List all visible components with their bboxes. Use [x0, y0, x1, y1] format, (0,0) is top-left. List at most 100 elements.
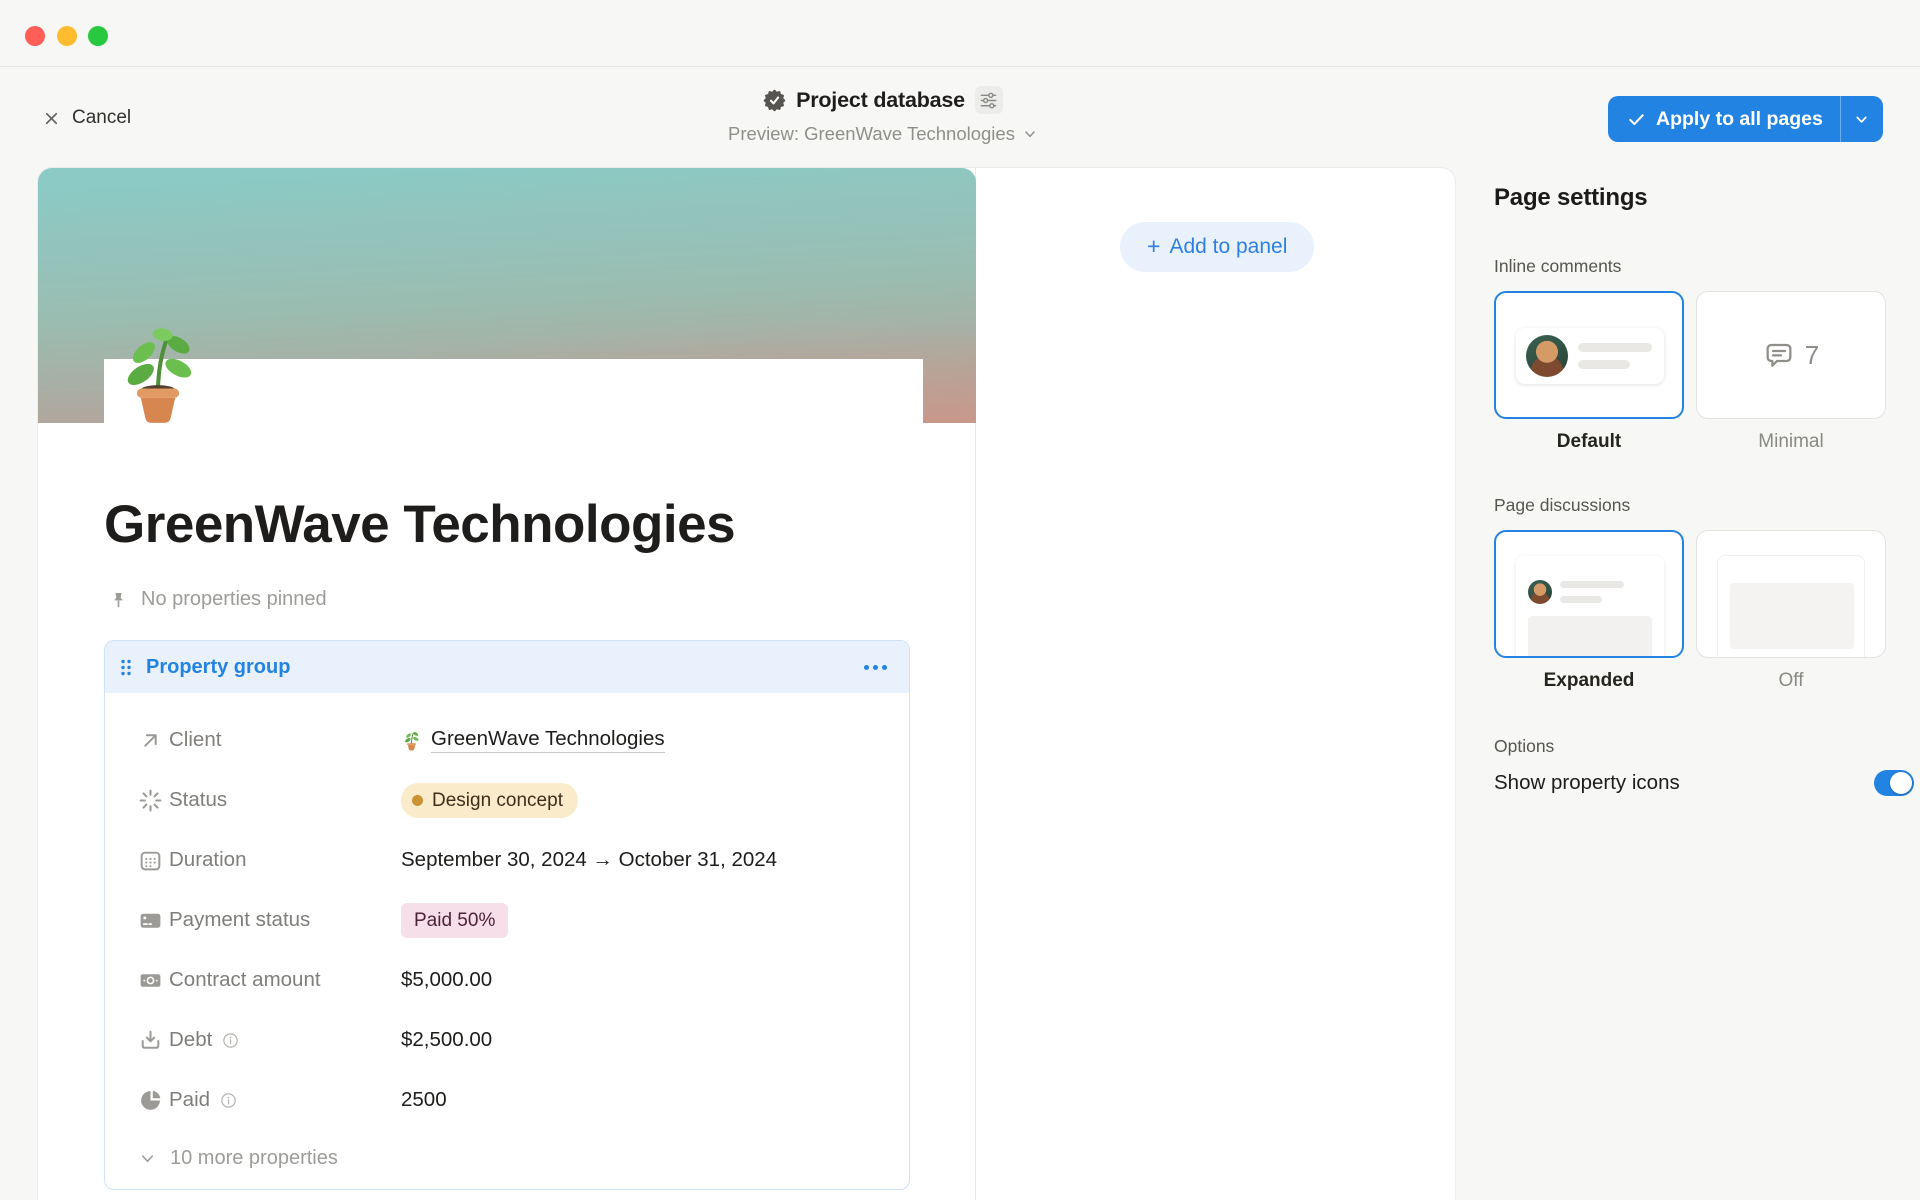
page-discussions-option-off[interactable]	[1696, 530, 1886, 658]
property-row-contract-amount[interactable]: Contract amount $5,000.00	[105, 950, 909, 1010]
skeleton-line	[1560, 581, 1624, 588]
property-group-header: Property group	[105, 641, 909, 693]
calendar-icon	[138, 848, 169, 873]
skeleton-block	[1528, 616, 1652, 658]
add-to-panel-button[interactable]: + Add to panel	[1120, 222, 1314, 272]
sliders-icon	[979, 91, 998, 110]
relation-link[interactable]: GreenWave Technologies	[431, 727, 665, 753]
verified-badge-icon	[763, 89, 786, 112]
drag-handle-icon[interactable]	[119, 658, 133, 677]
plus-icon: +	[1147, 235, 1160, 258]
preview-selector[interactable]: Preview: GreenWave Technologies	[728, 123, 1038, 145]
property-row-status[interactable]: Status Design concept	[105, 770, 909, 830]
inline-comments-option-default[interactable]	[1494, 291, 1684, 419]
page-discussions-options	[1494, 530, 1914, 658]
traffic-light-zoom[interactable]	[88, 26, 108, 46]
apply-options-dropdown[interactable]	[1841, 96, 1883, 142]
show-property-icons-label: Show property icons	[1494, 771, 1680, 795]
potted-plant-icon	[108, 326, 208, 426]
inline-comments-options: 7	[1494, 291, 1914, 419]
page-discussions-option-expanded[interactable]	[1494, 530, 1684, 658]
comment-count: 7	[1805, 340, 1819, 371]
page-customization-window: Cancel Project database	[0, 0, 1920, 1200]
options-label: Options	[1494, 736, 1914, 757]
status-burst-icon	[138, 788, 169, 813]
credit-card-icon	[138, 908, 169, 933]
apply-split-button: Apply to all pages	[1608, 96, 1883, 142]
sidebar-title: Page settings	[1494, 184, 1914, 212]
property-label: Client	[169, 728, 221, 752]
skeleton-line	[1578, 360, 1630, 369]
traffic-light-minimize[interactable]	[57, 26, 77, 46]
property-value[interactable]: $5,000.00	[401, 968, 492, 992]
chevron-down-icon	[1022, 126, 1038, 142]
page-title: GreenWave Technologies	[104, 494, 735, 555]
show-property-icons-toggle[interactable]	[1874, 770, 1914, 796]
option-label-minimal: Minimal	[1696, 431, 1886, 453]
comment-preview-thumbnail	[1516, 328, 1664, 384]
info-icon[interactable]	[219, 1091, 238, 1110]
discussion-preview-thumbnail	[1717, 555, 1865, 658]
property-row-payment-status[interactable]: Payment status Paid 50%	[105, 890, 909, 950]
property-label: Payment status	[169, 908, 310, 932]
banknote-icon	[138, 968, 169, 993]
option-label-expanded: Expanded	[1494, 670, 1684, 692]
page-settings-sidebar: Page settings Inline comments	[1494, 184, 1914, 799]
status-pill[interactable]: Design concept	[401, 783, 578, 818]
database-title: Project database	[796, 88, 965, 113]
header-center: Project database Preview: GreenWave Tech…	[0, 86, 1843, 145]
comment-bubble-icon	[1763, 339, 1795, 371]
pie-chart-icon	[138, 1088, 169, 1113]
pinned-properties-note: No properties pinned	[108, 588, 327, 611]
property-value[interactable]: Design concept	[401, 783, 578, 818]
page-content-surface	[104, 359, 923, 424]
more-properties-toggle[interactable]: 10 more properties	[105, 1130, 909, 1186]
show-property-icons-row: Show property icons	[1494, 767, 1914, 799]
inline-comments-option-minimal[interactable]: 7	[1696, 291, 1886, 419]
info-icon[interactable]	[221, 1031, 240, 1050]
property-rows: Client	[105, 693, 909, 1186]
property-value[interactable]: 2500	[401, 1088, 447, 1112]
property-label: Debt	[169, 1028, 212, 1052]
check-icon	[1627, 110, 1646, 129]
download-tray-icon	[138, 1028, 169, 1053]
property-group: Property group Client	[104, 640, 910, 1190]
add-to-panel-label: Add to panel	[1169, 235, 1287, 259]
page-discussions-label: Page discussions	[1494, 495, 1914, 516]
potted-plant-icon	[401, 730, 422, 751]
more-options-icon[interactable]	[860, 661, 891, 674]
traffic-light-close[interactable]	[25, 26, 45, 46]
customize-settings-button[interactable]	[975, 86, 1003, 114]
pin-icon	[108, 589, 129, 610]
property-group-title: Property group	[146, 656, 290, 679]
apply-label: Apply to all pages	[1656, 108, 1823, 131]
property-value[interactable]: $2,500.00	[401, 1028, 492, 1052]
property-row-paid[interactable]: Paid 2500	[105, 1070, 909, 1130]
toggle-knob	[1890, 772, 1912, 794]
page-preview: GreenWave Technologies No properties pin…	[38, 168, 976, 1200]
pinned-note-label: No properties pinned	[141, 588, 327, 611]
property-value[interactable]: Paid 50%	[401, 903, 508, 938]
property-label: Contract amount	[169, 968, 321, 992]
skeleton-line	[1578, 343, 1652, 352]
option-label-default: Default	[1494, 431, 1684, 453]
more-properties-label: 10 more properties	[170, 1147, 338, 1170]
avatar	[1526, 335, 1568, 377]
property-row-client[interactable]: Client	[105, 710, 909, 770]
skeleton-block	[1730, 583, 1854, 649]
property-value[interactable]: September 30, 2024 → October 31, 2024	[401, 848, 777, 872]
chevron-down-icon	[138, 1149, 157, 1168]
preview-panel: GreenWave Technologies No properties pin…	[38, 168, 1455, 1200]
chevron-down-icon	[1853, 111, 1870, 128]
inline-comments-label: Inline comments	[1494, 256, 1914, 277]
property-label: Status	[169, 788, 227, 812]
option-label-off: Off	[1696, 670, 1886, 692]
apply-to-all-pages-button[interactable]: Apply to all pages	[1608, 96, 1840, 142]
property-row-duration[interactable]: Duration September 30, 2024 → October 31…	[105, 830, 909, 890]
property-row-debt[interactable]: Debt $2,500.00	[105, 1010, 909, 1070]
preview-label: Preview: GreenWave Technologies	[728, 123, 1015, 145]
payment-status-tag[interactable]: Paid 50%	[401, 903, 508, 938]
property-value[interactable]: GreenWave Technologies	[401, 727, 665, 753]
avatar	[1528, 580, 1552, 604]
discussion-preview-thumbnail	[1516, 556, 1664, 658]
